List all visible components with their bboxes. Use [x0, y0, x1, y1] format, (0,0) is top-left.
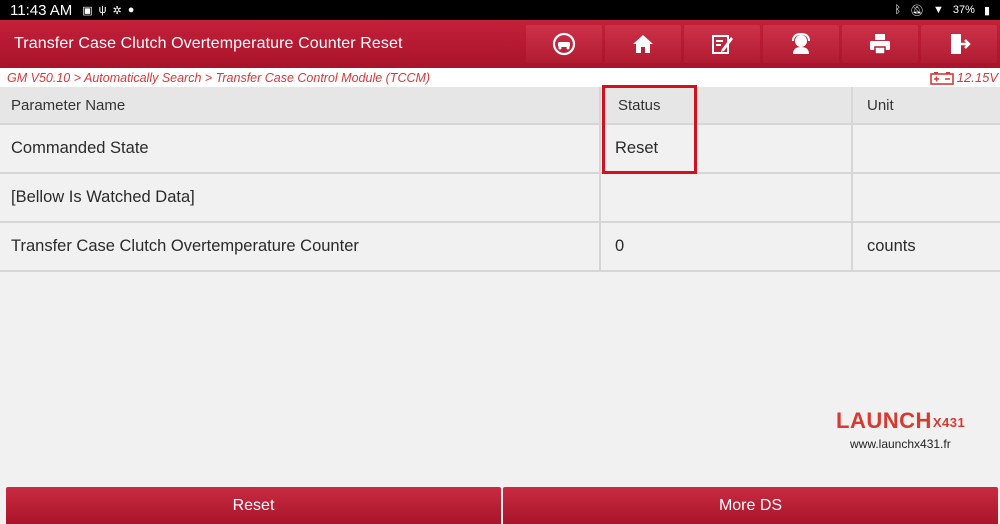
column-header-unit: Unit [867, 96, 894, 114]
exit-icon [951, 34, 971, 54]
voltage-indicator: 12.15V [929, 70, 998, 85]
print-button[interactable] [842, 25, 918, 63]
parameter-name-cell: Commanded State [0, 125, 601, 172]
table-header: Parameter Name Status Unit [0, 87, 1000, 125]
brand-url: www.launchx431.fr [850, 437, 951, 451]
table-row[interactable]: [Bellow Is Watched Data] [0, 174, 1000, 223]
gallery-icon: ▣ [82, 4, 93, 17]
brand-name: LAUNCH [836, 408, 932, 433]
brand-logo: LAUNCH X431 [836, 408, 976, 434]
exit-button[interactable] [921, 25, 997, 63]
parameter-name-cell: Transfer Case Clutch Overtemperature Cou… [0, 223, 601, 270]
usb-icon: ψ [98, 3, 107, 16]
unit-cell [853, 125, 1000, 172]
battery-level: 37% [952, 4, 975, 16]
brand-model: X431 [932, 415, 966, 430]
message-icon: ● [127, 3, 135, 16]
data-table: Parameter Name Status Unit Commanded Sta… [0, 87, 1000, 272]
notification-icons: ▣ ψ ✲ ● [82, 4, 134, 17]
diagnose-button[interactable] [526, 25, 602, 63]
status-cell: 0 [601, 223, 853, 270]
battery-icon: ▮ [983, 4, 990, 17]
mute-icon: 🔕︎ [910, 4, 925, 17]
breadcrumb: GM V50.10 > Automatically Search > Trans… [0, 68, 1000, 87]
system-icons: ᛒ 🔕︎ ▼ 37% ▮ [894, 4, 990, 17]
diagnose-icon [552, 32, 576, 56]
status-cell: Reset [601, 125, 853, 172]
home-button[interactable] [605, 25, 681, 63]
report-button[interactable] [684, 25, 760, 63]
car-battery-icon [929, 71, 954, 85]
column-header-status: Status [601, 87, 853, 123]
page-title: Transfer Case Clutch Overtemperature Cou… [14, 35, 403, 52]
status-bar: 11:43 AM ▣ ψ ✲ ● ᛒ 🔕︎ ▼ 37% ▮ [0, 0, 1000, 20]
print-icon [870, 34, 890, 55]
status-cell [601, 174, 853, 221]
support-button[interactable] [763, 25, 839, 63]
settings-icon: ✲ [112, 4, 122, 17]
column-header-parameter: Parameter Name [0, 87, 601, 123]
home-icon [633, 35, 653, 53]
parameter-name-cell: [Bellow Is Watched Data] [0, 174, 601, 221]
bluetooth-icon: ᛒ [894, 4, 902, 16]
wifi-icon: ▼ [933, 4, 944, 16]
report-icon [712, 35, 733, 54]
brand-watermark: LAUNCH X431 www.launchx431.fr [836, 408, 976, 451]
reset-button[interactable]: Reset [6, 487, 501, 524]
clock: 11:43 AM [10, 1, 73, 19]
support-icon [792, 32, 810, 54]
title-bar: Transfer Case Clutch Overtemperature Cou… [0, 20, 1000, 68]
voltage-value: 12.15V [956, 70, 998, 85]
unit-cell [853, 174, 1000, 221]
table-row[interactable]: Commanded State Reset [0, 125, 1000, 174]
unit-cell: counts [867, 237, 916, 255]
more-ds-button[interactable]: More DS [503, 487, 998, 524]
action-bar: Reset More DS [0, 485, 1000, 524]
table-row[interactable]: Transfer Case Clutch Overtemperature Cou… [0, 223, 1000, 272]
breadcrumb-path: GM V50.10 > Automatically Search > Trans… [7, 70, 431, 85]
